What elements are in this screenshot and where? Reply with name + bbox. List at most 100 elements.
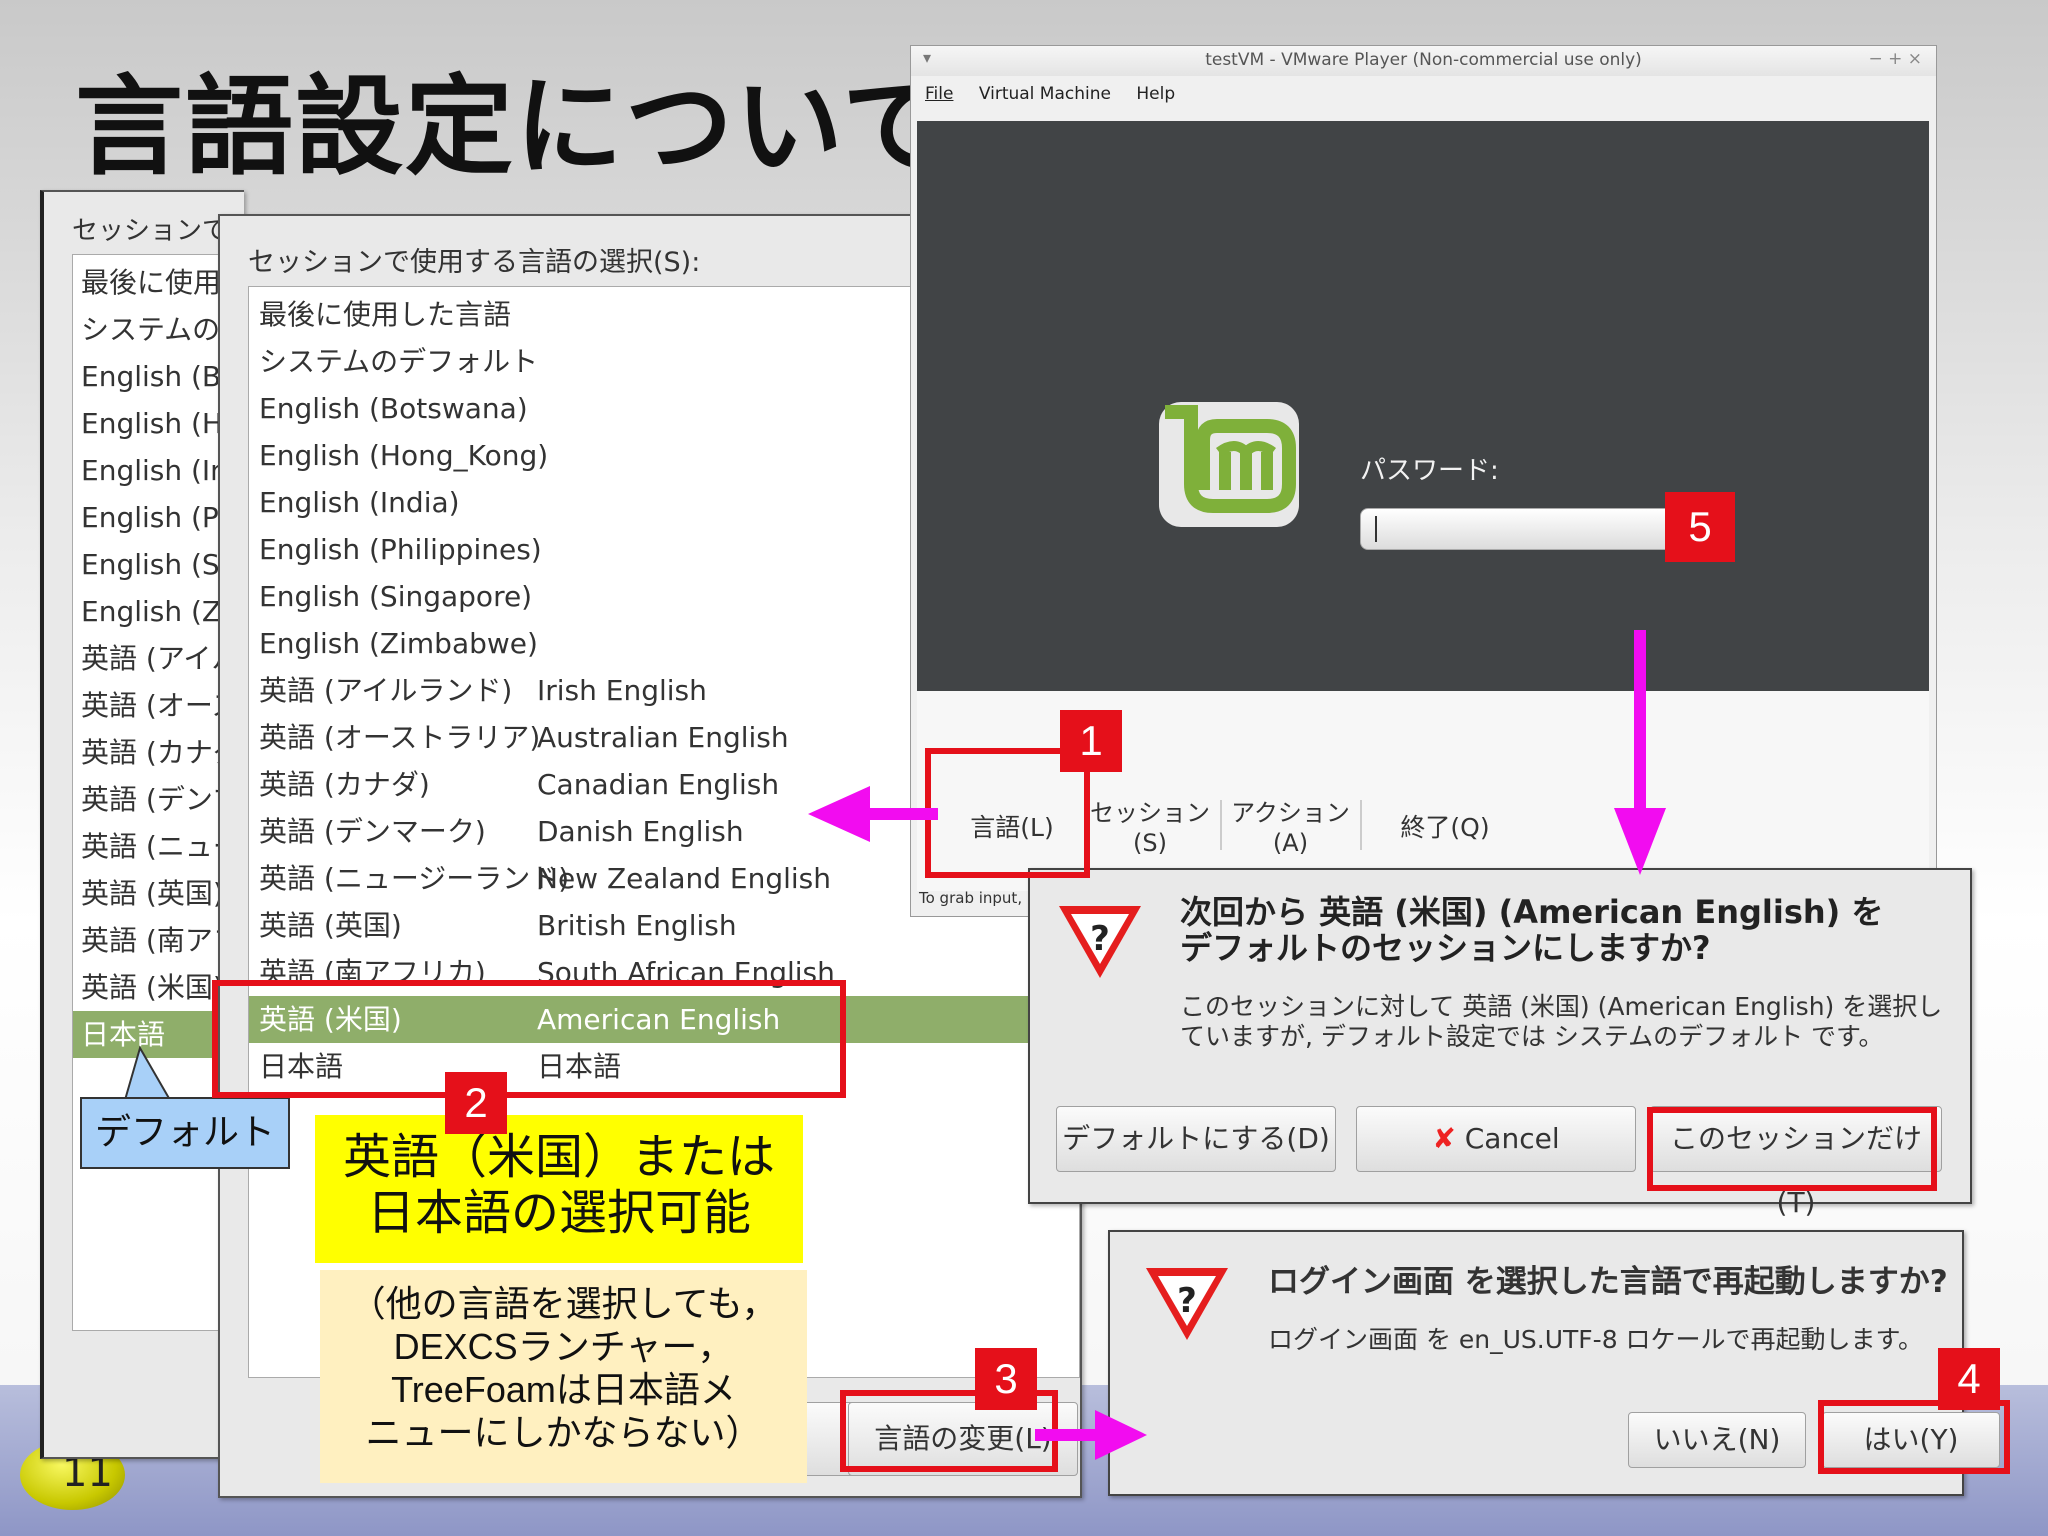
linux-mint-logo — [1159, 402, 1299, 527]
step-number-4: 4 — [1938, 1348, 2000, 1410]
language-native-name: New Zealand English — [537, 862, 831, 895]
menu-virtual-machine[interactable]: Virtual Machine — [979, 84, 1111, 104]
language-name: English (Zimbabwe) — [259, 627, 538, 660]
password-label: パスワード: — [1360, 456, 1499, 486]
action-button-line1: アクション — [1231, 799, 1350, 827]
back-language-name: 英語 (デンマ — [81, 783, 241, 816]
language-native-name: Irish English — [537, 674, 707, 707]
cancel-button[interactable]: ✘ Cancel — [1356, 1106, 1636, 1172]
default-session-title: 次回から 英語 (米国) (American English) を デフォルトの… — [1180, 894, 1883, 966]
arrow-to-language-list — [808, 786, 938, 842]
window-controls-icon[interactable]: − + × — [1868, 49, 1922, 69]
quit-button[interactable]: 終了(Q) — [1370, 808, 1520, 844]
language-name: English (Botswana) — [259, 392, 528, 425]
session-divider — [1220, 800, 1222, 850]
back-language-name: システムの — [81, 313, 221, 346]
action-button[interactable]: アクション (A) — [1228, 798, 1353, 858]
selectable-callout-line1: 英語（米国）または — [342, 1129, 775, 1185]
session-button-line2: (S) — [1133, 829, 1167, 857]
back-language-dialog: セッションで使 最後に使用 システムの English (B English (H En… — [40, 190, 254, 1459]
back-language-name: 英語 (アイル — [81, 642, 240, 675]
back-language-name: English (Zi — [81, 595, 229, 628]
note-line-2: DEXCSランチャー， — [393, 1326, 734, 1367]
back-language-name: English (Si — [81, 548, 228, 581]
text-cursor — [1375, 516, 1377, 542]
back-language-name: 英語 (ニュー — [81, 830, 241, 863]
back-language-name: 最後に使用 — [81, 266, 222, 299]
slide-title: 言語設定について — [75, 65, 952, 190]
vm-window-title: testVM - VMware Player (Non-commercial u… — [1205, 50, 1642, 70]
language-name: English (Singapore) — [259, 580, 533, 613]
step-number-1: 1 — [1060, 710, 1122, 772]
highlight-this-session-only — [1647, 1107, 1937, 1191]
note-line-3: TreeFoamは日本語メ — [391, 1369, 736, 1410]
arrow-to-restart-dialog — [1035, 1410, 1147, 1460]
language-native-name: Australian English — [537, 721, 789, 754]
selectable-callout-line2: 日本語の選択可能 — [366, 1185, 751, 1241]
quit-button-label: 終了(Q) — [1400, 813, 1490, 842]
step-number-2: 2 — [445, 1072, 507, 1134]
vm-screen[interactable] — [917, 121, 1929, 691]
language-name: 英語 (オーストラリア) — [259, 721, 541, 754]
language-name: 英語 (デンマーク) — [259, 815, 486, 848]
back-language-name: English (P — [81, 501, 219, 534]
arrow-to-default-dialog — [1614, 630, 1666, 875]
language-native-name: British English — [537, 909, 737, 942]
no-button-label: いいえ(N) — [1653, 1423, 1781, 1456]
default-callout-label: デフォルト — [94, 1112, 275, 1153]
default-session-body-line2: ていますが, デフォルト設定では システムのデフォルト です。 — [1180, 1022, 1884, 1051]
svg-text:?: ? — [1177, 1281, 1197, 1321]
step-number-5: 5 — [1670, 497, 1730, 557]
back-language-name: 英語 (南アフ — [81, 924, 241, 957]
back-language-name: English (In — [81, 454, 228, 487]
language-name: 英語 (英国) — [259, 909, 402, 942]
default-callout: デフォルト — [80, 1097, 290, 1169]
note-line-1: （他の言語を選択しても， — [349, 1283, 778, 1324]
make-default-label: デフォルトにする(D) — [1062, 1122, 1330, 1155]
default-session-body-line1: このセッションに対して 英語 (米国) (American English) を… — [1180, 992, 1943, 1021]
session-button[interactable]: セッション (S) — [1090, 798, 1210, 858]
step-number-3: 3 — [975, 1348, 1037, 1410]
session-button-line1: セッション — [1090, 799, 1210, 827]
back-language-name: English (B — [81, 360, 222, 393]
selectable-languages-callout: 英語（米国）または 日本語の選択可能 — [315, 1115, 803, 1263]
vm-titlebar: ▾ testVM - VMware Player (Non-commercial… — [911, 46, 1936, 76]
restart-dialog-title: ログイン画面 を選択した言語で再起動しますか? — [1268, 1264, 1948, 1300]
language-native-name: Danish English — [537, 815, 744, 848]
cancel-label: Cancel — [1464, 1122, 1560, 1155]
action-button-line2: (A) — [1272, 829, 1309, 857]
highlight-language-choices — [212, 980, 846, 1098]
action-divider — [1360, 800, 1362, 850]
language-name: 最後に使用した言語 — [259, 298, 512, 331]
note-line-4: ニューにしかならない） — [365, 1412, 762, 1453]
language-name: システムのデフォルト — [259, 345, 539, 378]
no-button[interactable]: いいえ(N) — [1628, 1412, 1806, 1468]
language-dialog-heading: セッションで使用する言語の選択(S): — [248, 247, 701, 278]
menu-file[interactable]: File — [925, 84, 953, 104]
language-name: 英語 (ニュージーランド) — [259, 862, 570, 895]
back-language-name: 英語 (オース — [81, 689, 240, 722]
default-session-title-line1: 次回から 英語 (米国) (American English) を — [1180, 893, 1884, 931]
language-name: English (India) — [259, 486, 460, 519]
make-default-button[interactable]: デフォルトにする(D) — [1056, 1106, 1336, 1172]
menu-help[interactable]: Help — [1136, 84, 1175, 104]
vm-status-text: To grab input, p — [919, 889, 1037, 907]
restart-dialog-body: ログイン画面 を en_US.UTF-8 ロケールで再起動します。 — [1268, 1325, 1924, 1354]
password-input[interactable] — [1360, 508, 1695, 550]
cancel-x-icon: ✘ — [1432, 1122, 1456, 1155]
vm-menubar: File Virtual Machine Help — [925, 84, 1195, 104]
back-language-name: 英語 (英国) — [81, 877, 224, 910]
warning-question-icon: ? — [1059, 906, 1141, 978]
back-language-name: 英語 (カナダ — [81, 736, 241, 769]
back-language-name: English (H — [81, 407, 223, 440]
default-session-title-line2: デフォルトのセッションにしますか? — [1180, 929, 1711, 967]
restart-warning-icon: ? — [1146, 1268, 1228, 1340]
language-native-name: Canadian English — [537, 768, 780, 801]
default-session-body: このセッションに対して 英語 (米国) (American English) を… — [1180, 992, 1942, 1052]
highlight-yes-button — [1818, 1400, 2010, 1474]
note-callout: （他の言語を選択しても， DEXCSランチャー， TreeFoamは日本語メ ニ… — [320, 1270, 807, 1483]
language-name: English (Hong_Kong) — [259, 439, 549, 472]
language-name: 英語 (カナダ) — [259, 768, 430, 801]
back-language-name: 英語 (米国) — [81, 971, 224, 1004]
svg-text:?: ? — [1090, 919, 1110, 959]
